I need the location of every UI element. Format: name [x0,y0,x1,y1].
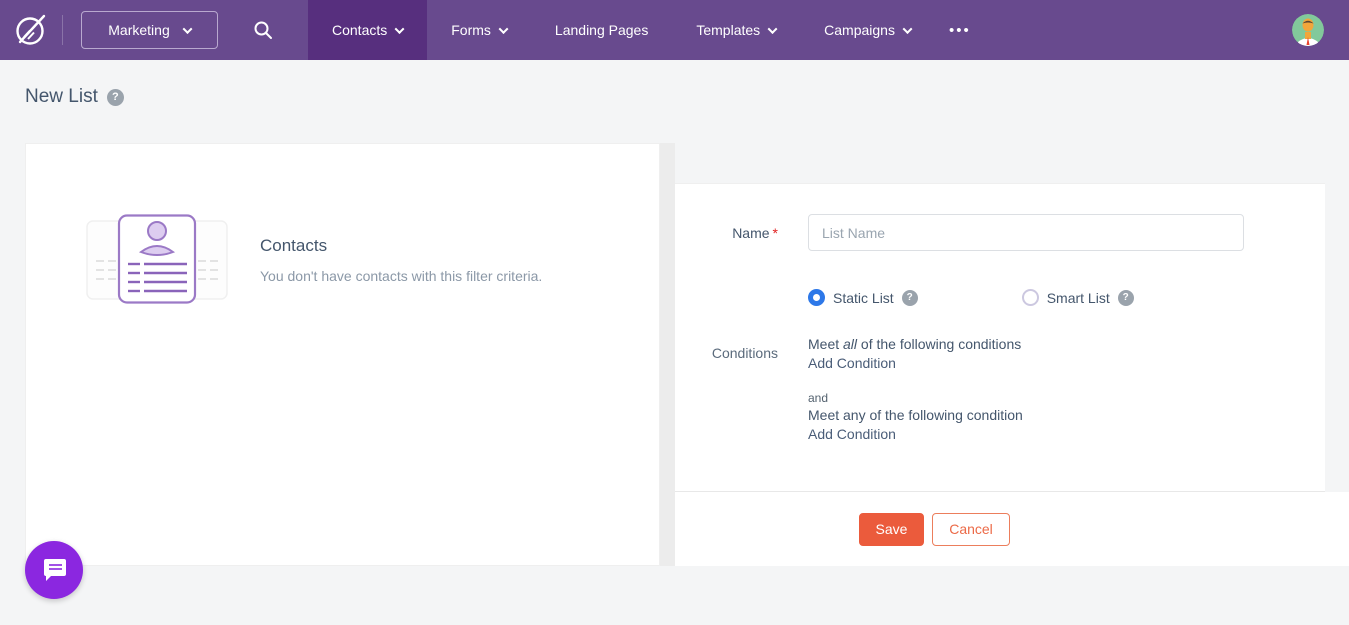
nav-item-contacts[interactable]: Contacts [308,0,427,60]
list-type-row: Static List ? Smart List ? [675,289,1325,306]
user-avatar[interactable] [1292,14,1324,46]
app-logo[interactable] [0,10,62,50]
engagebay-logo-icon [11,10,51,50]
save-button[interactable]: Save [859,513,924,546]
product-switcher-button[interactable]: Marketing [81,11,218,49]
conditions-body: Meet all of the following conditions Add… [808,335,1023,443]
cancel-button[interactable]: Cancel [932,513,1010,546]
nav-item-landing-pages[interactable]: Landing Pages [531,0,672,60]
list-name-input[interactable] [808,214,1244,251]
static-list-option[interactable]: Static List ? [808,289,918,306]
nav-label: Landing Pages [555,22,648,38]
empty-state: Contacts You don't have contacts with th… [86,214,659,304]
static-list-help-icon[interactable]: ? [902,290,918,306]
nav-label: Forms [451,22,491,38]
nav-item-templates[interactable]: Templates [672,0,800,60]
nav-label: Campaigns [824,22,895,38]
nav-label: Contacts [332,22,387,38]
search-button[interactable] [218,20,308,40]
scrollbar-track[interactable] [660,143,675,566]
add-condition-link-any[interactable]: Add Condition [808,425,1023,443]
all-conditions-emphasis: all [843,336,857,352]
nav-item-forms[interactable]: Forms [427,0,531,60]
contacts-preview-panel: Contacts You don't have contacts with th… [25,143,660,566]
empty-state-message: You don't have contacts with this filter… [260,268,542,284]
conditions-row: Conditions Meet all of the following con… [675,335,1325,443]
empty-state-title: Contacts [260,236,542,256]
page-title: New List [25,86,98,108]
chevron-down-icon [498,24,508,34]
chat-widget-button[interactable] [25,541,83,599]
chevron-down-icon [182,24,192,34]
smart-list-help-icon[interactable]: ? [1118,290,1134,306]
smart-list-label: Smart List [1047,290,1110,306]
page-header: New List ? [25,86,124,108]
chevron-down-icon [395,24,405,34]
help-icon[interactable]: ? [107,89,124,106]
and-connector: and [808,390,1023,406]
contact-card-icon [86,214,228,304]
more-menu-button[interactable]: ••• [935,0,985,60]
top-navbar: Marketing Contacts Forms Landing Pages T… [0,0,1349,60]
main-nav: Contacts Forms Landing Pages Templates C… [308,0,985,60]
conditions-label: Conditions [675,345,778,443]
smart-list-radio[interactable] [1022,289,1039,306]
ellipsis-icon: ••• [949,22,971,39]
add-condition-link-all[interactable]: Add Condition [808,354,1023,372]
name-label-text: Name [732,225,769,241]
all-conditions-prefix: Meet [808,336,843,352]
new-list-form-panel: Name* Static List ? Smart List ? Conditi… [675,183,1325,492]
avatar-person-icon [1292,14,1324,46]
all-conditions-text: Meet all of the following conditions [808,335,1023,353]
name-label: Name* [675,225,778,241]
nav-label: Templates [696,22,760,38]
product-switcher-label: Marketing [108,22,169,38]
static-list-radio[interactable] [808,289,825,306]
search-icon [253,20,273,40]
navbar-divider [62,15,63,45]
chat-bubble-icon [39,555,69,585]
any-conditions-text: Meet any of the following condition [808,406,1023,424]
list-type-label-spacer [675,289,778,306]
static-list-label: Static List [833,290,894,306]
all-conditions-suffix: of the following conditions [857,336,1021,352]
form-footer: Save Cancel [675,492,1349,566]
chevron-down-icon [903,24,913,34]
required-asterisk: * [773,225,778,241]
nav-item-campaigns[interactable]: Campaigns [800,0,935,60]
smart-list-option[interactable]: Smart List ? [1022,289,1134,306]
name-field-row: Name* [675,214,1325,251]
chevron-down-icon [768,24,778,34]
empty-state-text: Contacts You don't have contacts with th… [260,236,542,284]
